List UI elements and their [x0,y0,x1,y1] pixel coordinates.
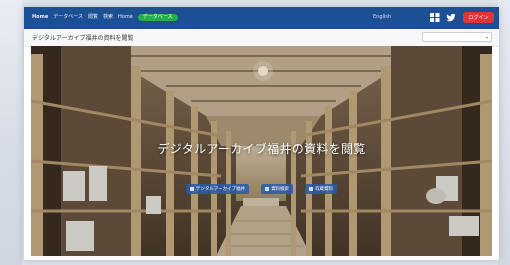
chevron-down-icon: ▾ [485,34,488,40]
nav-search-link[interactable]: 検索 [103,13,113,22]
twitter-icon[interactable] [446,12,456,23]
background-left-panel [0,0,22,265]
hero-button-collection-label: 収蔵資料 [315,187,334,192]
search-icon [265,187,270,191]
nav-home-link[interactable]: Home [32,13,48,22]
top-navigation-bar: Home データベース 閲覧 検索 Home データベース English ログ… [24,7,499,29]
collection-icon [309,187,314,191]
hero-button-search[interactable]: 資料検索 [261,184,294,194]
browser-window: Home データベース 閲覧 検索 Home データベース English ログ… [24,7,499,260]
sort-select[interactable]: ▾ [422,32,492,42]
hero-button-archive-label: デジタルアーカイブ福井 [195,187,246,192]
hero-button-archive[interactable]: デジタルアーカイブ福井 [185,184,250,194]
site-title[interactable]: デジタルアーカイブ福井の資料を閲覧 [32,33,134,42]
language-toggle[interactable]: English [373,14,391,20]
nav-browse-link[interactable]: 閲覧 [88,13,98,22]
background-right-panel [498,0,510,265]
nav-extra-link[interactable]: Home [118,13,133,22]
hero-button-collection[interactable]: 収蔵資料 [305,184,338,194]
hero-banner: デジタルアーカイブ福井の資料を閲覧 デジタルアーカイブ福井 資料検索 収蔵資料 [31,46,492,256]
archive-icon [189,187,194,191]
login-button[interactable]: ログイン [463,12,494,23]
grid-icon[interactable] [430,12,440,23]
hero-button-group: デジタルアーカイブ福井 資料検索 収蔵資料 [31,184,492,194]
sub-header: デジタルアーカイブ福井の資料を閲覧 ▾ [24,29,499,47]
hero-title: デジタルアーカイブ福井の資料を閲覧 [157,142,366,156]
nav-database-link[interactable]: データベース [53,13,83,22]
nav-links: Home データベース 閲覧 検索 Home データベース [32,13,178,22]
nav-badge[interactable]: データベース [137,14,178,21]
hero-button-search-label: 資料検索 [271,187,290,192]
